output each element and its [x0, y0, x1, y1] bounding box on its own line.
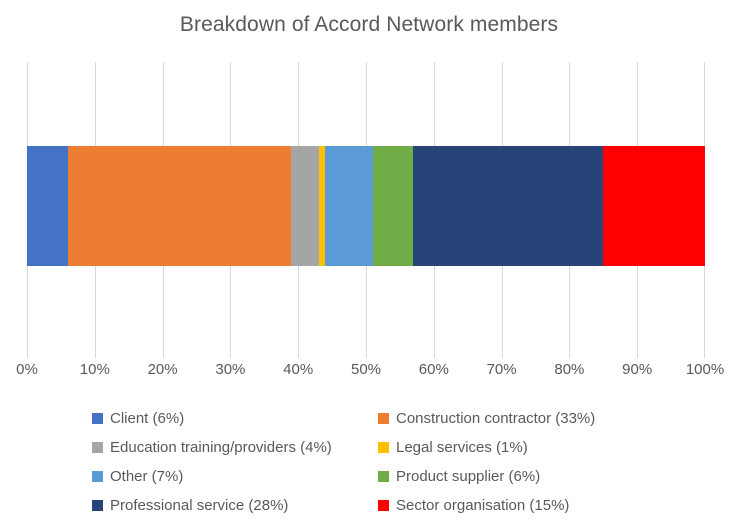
chart-legend: Client (6%) Construction contractor (33%)… [92, 404, 692, 520]
legend-item[interactable]: Legal services (1%) [378, 433, 664, 462]
legend-color-swatch-icon [378, 442, 389, 453]
legend-color-swatch-icon [378, 500, 389, 511]
x-axis-tick-label: 10% [79, 361, 110, 378]
x-axis-tick-label: 0% [16, 361, 38, 378]
x-axis-tick-label: 60% [418, 361, 449, 378]
bar-segment[interactable] [603, 146, 705, 266]
legend-color-swatch-icon [378, 471, 389, 482]
legend-item[interactable]: Education training/providers (4%) [92, 433, 378, 462]
chart-title: Breakdown of Accord Network members [179, 13, 559, 36]
legend-item-label: Construction contractor (33%) [396, 409, 596, 427]
bar-segment[interactable] [67, 146, 292, 266]
legend-item-label: Sector organisation (15%) [396, 496, 570, 514]
bar-segment[interactable] [318, 146, 326, 266]
x-axis-tick-label: 30% [215, 361, 246, 378]
bar-segment[interactable] [372, 146, 414, 266]
x-axis-tick-label: 50% [350, 361, 382, 378]
legend-item-label: Professional service (28%) [110, 496, 289, 514]
x-axis-tick-label: 80% [554, 361, 585, 378]
legend-item[interactable]: Product supplier (6%) [378, 462, 664, 491]
legend-item-label: Legal services (1%) [396, 438, 528, 456]
x-axis-tick-label: 20% [147, 361, 178, 378]
x-axis-tick-label: 100% [685, 361, 725, 378]
legend-item[interactable]: Client (6%) [92, 404, 378, 433]
legend-item-label: Client (6%) [110, 409, 185, 427]
legend-color-swatch-icon [92, 413, 103, 424]
legend-item[interactable]: Other (7%) [92, 462, 378, 491]
legend-item-label: Other (7%) [110, 467, 184, 485]
legend-item[interactable]: Sector organisation (15%) [378, 491, 664, 520]
legend-item[interactable]: Professional service (28%) [92, 491, 378, 520]
x-axis-tick-label: 70% [486, 361, 517, 378]
legend-color-swatch-icon [92, 471, 103, 482]
x-axis: 0% 10% 20% 30% 40% 50% 60% 70% 80% 90% 100% [16, 360, 724, 386]
legend-item[interactable]: Construction contractor (33%) [378, 404, 664, 433]
legend-item-label: Education training/providers (4%) [110, 438, 332, 456]
bar-segment[interactable] [27, 146, 68, 266]
bar-segment[interactable] [291, 146, 319, 266]
plot-area [27, 62, 705, 358]
bar-segment[interactable] [325, 146, 373, 266]
x-axis-tick-label: 90% [622, 361, 653, 378]
bar-segment[interactable] [413, 146, 604, 266]
x-axis-tick-label: 40% [283, 361, 314, 378]
legend-color-swatch-icon [92, 500, 103, 511]
stacked-bar-series [27, 146, 705, 266]
legend-color-swatch-icon [92, 442, 103, 453]
legend-item-label: Product supplier (6%) [396, 467, 541, 485]
legend-color-swatch-icon [378, 413, 389, 424]
chart-container: Breakdown of Accord Network members 0% 10… [0, 0, 738, 528]
